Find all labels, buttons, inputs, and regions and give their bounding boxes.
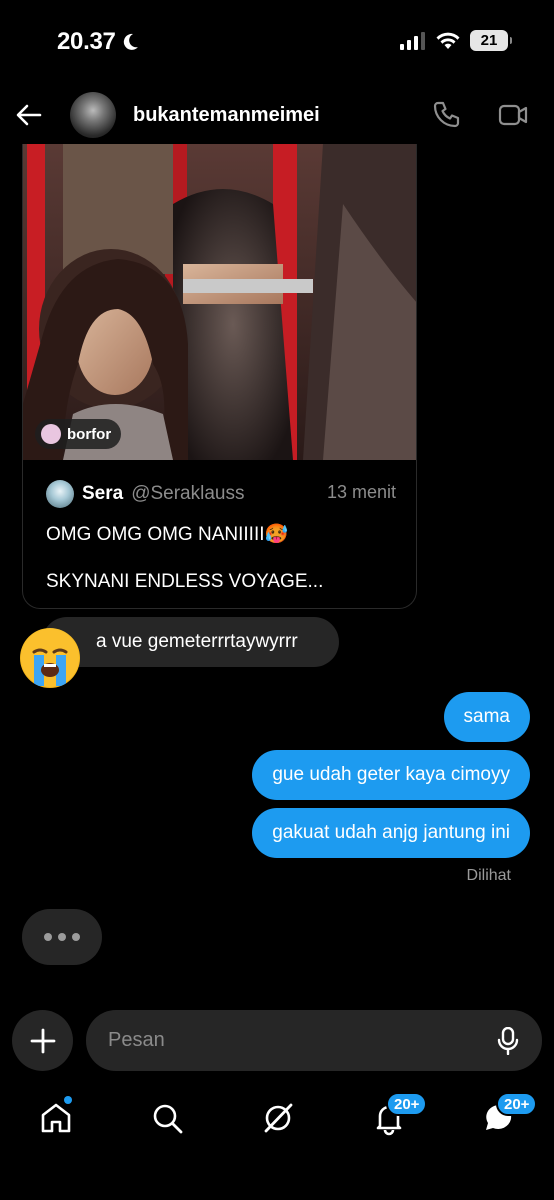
crying-face-emoji-icon — [20, 628, 80, 688]
search-icon[interactable] — [149, 1100, 185, 1136]
post-image-graphic — [23, 144, 416, 460]
home-unread-dot — [64, 1096, 72, 1104]
post-text-line1: OMG OMG OMG NANIIIII🥵 — [46, 524, 289, 545]
image-tag-label: borfor — [67, 425, 112, 443]
notifications-badge: 20+ — [386, 1092, 428, 1116]
typing-dot — [58, 933, 66, 941]
battery-indicator: 21 — [470, 30, 512, 51]
received-message-text: a vue gemeterrrtaywyrrr — [96, 631, 298, 652]
shared-post-card[interactable]: borfor Sera @Seraklauss 13 menit OMG OMG… — [22, 144, 417, 609]
cellular-signal-icon — [400, 31, 425, 50]
message-input[interactable] — [108, 1010, 488, 1071]
back-arrow-icon[interactable] — [14, 100, 44, 130]
battery-level: 21 — [480, 32, 498, 49]
typing-dot — [44, 933, 52, 941]
sent-message-bubble[interactable]: gue udah geter kaya cimoyy — [252, 750, 530, 800]
post-time: 13 menit — [326, 482, 396, 502]
status-icons: 21 — [400, 30, 512, 51]
microphone-icon[interactable] — [496, 1027, 520, 1055]
seen-status: Dilihat — [466, 867, 511, 884]
received-message-bubble[interactable]: a vue gemeterrrtaywyrrr — [42, 617, 339, 667]
sent-message-text: sama — [463, 706, 510, 727]
status-time: 20.37 — [57, 28, 140, 56]
phone-call-icon[interactable] — [429, 98, 463, 132]
sent-message-bubble[interactable]: gakuat udah anjg jantung ini — [252, 808, 530, 858]
sent-message-text: gue udah geter kaya cimoyy — [272, 764, 510, 785]
typing-indicator — [22, 909, 102, 965]
sent-message-text: gakuat udah anjg jantung ini — [272, 822, 510, 843]
post-author-row: Sera @Seraklauss — [46, 480, 244, 508]
wifi-icon — [436, 32, 460, 49]
video-call-icon[interactable] — [496, 98, 530, 132]
dm-conversation-screen: 20.37 21 bukantemanmeimei borfor Sera @S… — [0, 0, 554, 1200]
post-text-line2: SKYNANI ENDLESS VOYAGE... — [46, 571, 324, 592]
post-image[interactable]: borfor — [23, 144, 416, 460]
typing-dot — [72, 933, 80, 941]
bottom-tab-bar: 20+ 20+ — [0, 1086, 554, 1150]
home-icon[interactable] — [38, 1100, 74, 1136]
plus-icon — [30, 1028, 55, 1053]
author-avatar — [46, 480, 74, 508]
image-tag[interactable]: borfor — [35, 419, 122, 449]
post-body: Sera @Seraklauss 13 menit OMG OMG OMG NA… — [23, 460, 416, 608]
author-handle: @Seraklauss — [131, 483, 245, 504]
messages-badge: 20+ — [496, 1092, 538, 1116]
grok-icon[interactable] — [260, 1100, 296, 1136]
conversation-header: bukantemanmeimei — [0, 88, 554, 142]
add-attachment-button[interactable] — [12, 1010, 73, 1071]
contact-username[interactable]: bukantemanmeimei — [133, 104, 320, 127]
status-time-text: 20.37 — [57, 28, 116, 55]
message-composer[interactable] — [86, 1010, 542, 1071]
contact-avatar[interactable] — [70, 92, 116, 138]
author-name: Sera — [82, 483, 124, 504]
tag-avatar-icon — [41, 424, 61, 444]
moon-icon — [123, 33, 138, 50]
sent-message-bubble[interactable]: sama — [443, 692, 530, 742]
